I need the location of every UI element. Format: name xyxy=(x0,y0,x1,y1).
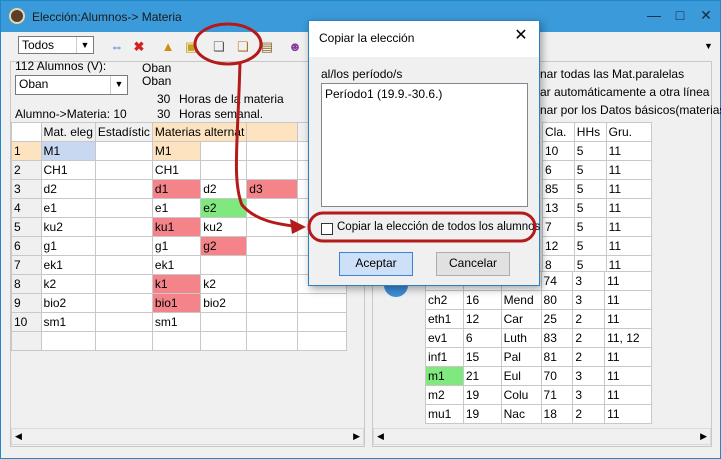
arrow-head-icon xyxy=(290,219,306,234)
highlight-ellipse-checkbox xyxy=(307,211,537,243)
annotation-arrow xyxy=(234,61,301,229)
highlight-ellipse-toolbar xyxy=(193,22,263,66)
annotation-overlay xyxy=(193,22,537,243)
